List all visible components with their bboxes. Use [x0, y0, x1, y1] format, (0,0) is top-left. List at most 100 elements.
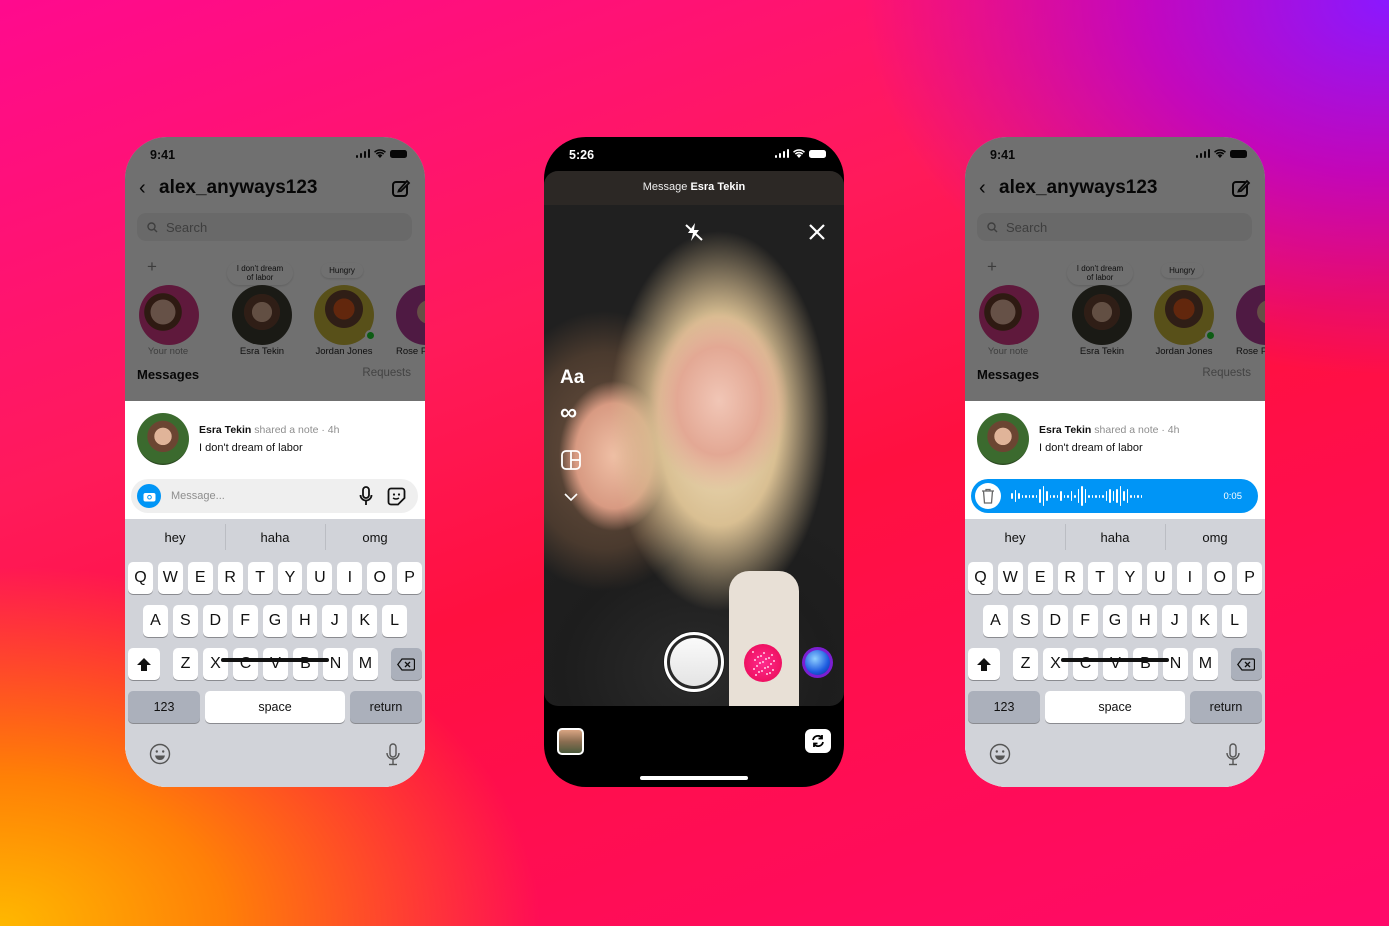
dictation-icon[interactable] [1225, 743, 1241, 767]
key-n[interactable]: N [1162, 648, 1188, 680]
key-u[interactable]: U [307, 562, 333, 594]
effect-bubble-button[interactable] [802, 647, 833, 678]
camera-button[interactable] [137, 484, 161, 508]
key-v[interactable]: V [1102, 648, 1128, 680]
suggestion-item[interactable]: haha [225, 523, 325, 550]
key-c[interactable]: C [1072, 648, 1098, 680]
key-f[interactable]: F [232, 605, 258, 637]
key-e[interactable]: E [187, 562, 213, 594]
key-h[interactable]: H [1132, 605, 1158, 637]
key-a[interactable]: A [983, 605, 1008, 637]
key-j[interactable]: J [322, 605, 348, 637]
key-row-3: ZXCVBNM [125, 648, 425, 680]
key-o[interactable]: O [367, 562, 393, 594]
key-g[interactable]: G [1102, 605, 1128, 637]
key-v[interactable]: V [262, 648, 288, 680]
key-l[interactable]: L [1222, 605, 1248, 637]
key-a[interactable]: A [143, 605, 168, 637]
key-d[interactable]: D [202, 605, 228, 637]
suggestion-item[interactable]: hey [965, 530, 1065, 545]
delete-key[interactable] [390, 648, 422, 680]
key-t[interactable]: T [247, 562, 273, 594]
shared-note: Esra Tekin shared a note · 4h I don't dr… [137, 413, 340, 465]
suggestion-item[interactable]: omg [1165, 523, 1265, 550]
delete-key[interactable] [1230, 648, 1262, 680]
gallery-thumbnail[interactable] [557, 728, 584, 755]
key-q[interactable]: Q [968, 562, 993, 594]
key-z[interactable]: Z [1012, 648, 1038, 680]
key-row-4: 123 space return [965, 691, 1265, 723]
key-g[interactable]: G [262, 605, 288, 637]
shift-key[interactable] [968, 648, 1000, 680]
microphone-icon[interactable] [359, 486, 373, 506]
battery-icon [809, 149, 826, 158]
key-c[interactable]: C [232, 648, 258, 680]
layout-icon[interactable] [561, 450, 581, 470]
dim-overlay [125, 137, 425, 401]
shift-key[interactable] [128, 648, 160, 680]
key-x[interactable]: X [202, 648, 228, 680]
key-l[interactable]: L [382, 605, 408, 637]
reply-sheet: Esra Tekin shared a note · 4h I don't dr… [965, 401, 1265, 787]
message-input[interactable]: Message... [171, 490, 359, 502]
key-f[interactable]: F [1072, 605, 1098, 637]
key-u[interactable]: U [1147, 562, 1173, 594]
key-k[interactable]: K [352, 605, 378, 637]
key-m[interactable]: M [1192, 648, 1218, 680]
text-tool-icon[interactable]: Aa [560, 367, 584, 389]
emoji-icon[interactable] [989, 743, 1011, 765]
key-p[interactable]: P [1237, 562, 1263, 594]
return-key[interactable]: return [350, 691, 422, 723]
suggestion-item[interactable]: hey [125, 530, 225, 545]
return-key[interactable]: return [1190, 691, 1262, 723]
sticker-icon[interactable] [387, 487, 406, 506]
dim-overlay [965, 137, 1265, 401]
key-s[interactable]: S [1012, 605, 1038, 637]
space-key[interactable]: space [1045, 691, 1185, 723]
key-e[interactable]: E [1027, 562, 1053, 594]
key-m[interactable]: M [352, 648, 378, 680]
suggestion-item[interactable]: haha [1065, 523, 1165, 550]
key-b[interactable]: B [292, 648, 318, 680]
message-composer[interactable]: Message... [131, 479, 418, 513]
key-n[interactable]: N [322, 648, 348, 680]
key-q[interactable]: Q [128, 562, 153, 594]
key-r[interactable]: R [217, 562, 243, 594]
key-j[interactable]: J [1162, 605, 1188, 637]
key-k[interactable]: K [1192, 605, 1218, 637]
close-icon[interactable] [808, 223, 826, 241]
numbers-key[interactable]: 123 [968, 691, 1040, 723]
phone-left-dm-composer: 9:41 ‹ alex_anyways123 Search + Your not… [125, 137, 425, 787]
dictation-icon[interactable] [385, 743, 401, 767]
waveform-bar [1046, 491, 1048, 501]
key-p[interactable]: P [397, 562, 423, 594]
key-i[interactable]: I [1177, 562, 1203, 594]
key-s[interactable]: S [172, 605, 198, 637]
key-w[interactable]: W [997, 562, 1023, 594]
boomerang-icon[interactable]: ∞ [560, 401, 577, 425]
flip-camera-button[interactable] [805, 729, 831, 753]
key-i[interactable]: I [337, 562, 363, 594]
key-o[interactable]: O [1207, 562, 1233, 594]
emoji-icon[interactable] [149, 743, 171, 765]
flash-off-icon[interactable] [683, 221, 705, 243]
sparkle-dot [764, 667, 766, 669]
key-b[interactable]: B [1132, 648, 1158, 680]
key-d[interactable]: D [1042, 605, 1068, 637]
key-z[interactable]: Z [172, 648, 198, 680]
key-w[interactable]: W [157, 562, 183, 594]
key-h[interactable]: H [292, 605, 318, 637]
numbers-key[interactable]: 123 [128, 691, 200, 723]
key-t[interactable]: T [1087, 562, 1113, 594]
suggestion-item[interactable]: omg [325, 523, 425, 550]
camera-viewfinder[interactable]: Message Esra Tekin Aa ∞ [544, 171, 844, 706]
delete-voice-button[interactable] [975, 483, 1001, 509]
key-r[interactable]: R [1057, 562, 1083, 594]
key-x[interactable]: X [1042, 648, 1068, 680]
key-y[interactable]: Y [277, 562, 303, 594]
capture-button[interactable] [664, 632, 724, 692]
effect-sparkle-button[interactable] [744, 644, 782, 682]
space-key[interactable]: space [205, 691, 345, 723]
chevron-down-icon[interactable] [564, 493, 578, 502]
key-y[interactable]: Y [1117, 562, 1143, 594]
